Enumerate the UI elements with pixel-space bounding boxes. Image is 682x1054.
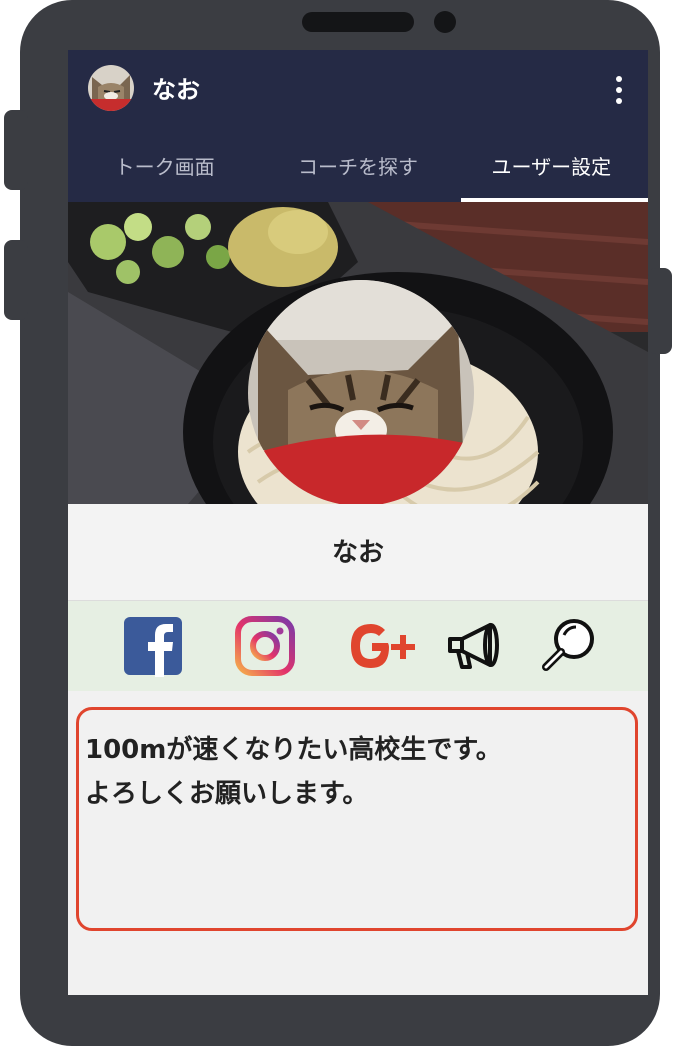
kebab-menu-icon[interactable] [616, 76, 624, 106]
google-plus-icon[interactable] [348, 615, 420, 677]
bio-line-1: 100mが速くなりたい高校生です。 [85, 735, 502, 765]
volume-down-button [4, 240, 28, 320]
phone-speaker [302, 12, 414, 32]
magnifier-icon[interactable] [538, 615, 600, 677]
cover-photo [68, 202, 648, 504]
tab-bar: トーク画面 コーチを探す ユーザー設定 [68, 142, 648, 202]
profile-name-section: なお [68, 504, 648, 601]
bio-textbox[interactable]: 100mが速くなりたい高校生です。 よろしくお願いします。 [76, 707, 638, 931]
profile-name: なお [331, 538, 384, 568]
header-username: なお [152, 76, 200, 104]
profile-photo[interactable] [248, 280, 474, 504]
tab-user-settings[interactable]: ユーザー設定 [455, 142, 648, 202]
instagram-icon[interactable] [234, 615, 296, 677]
megaphone-icon[interactable] [444, 615, 506, 677]
social-links-bar [68, 601, 648, 691]
tab-talk[interactable]: トーク画面 [68, 142, 261, 202]
phone-frame: なお トーク画面 コーチを探す ユーザー設定 なお 100mが速くなりたい高校生… [20, 0, 660, 1046]
avatar[interactable] [88, 65, 134, 111]
facebook-icon[interactable] [122, 615, 184, 677]
bio-section: 100mが速くなりたい高校生です。 よろしくお願いします。 [68, 691, 648, 995]
bio-line-2: よろしくお願いします。 [85, 779, 369, 809]
tab-find-coach[interactable]: コーチを探す [261, 142, 454, 202]
app-bar: なお トーク画面 コーチを探す ユーザー設定 [68, 50, 648, 202]
volume-up-button [4, 110, 28, 190]
power-button [648, 268, 672, 354]
phone-screen: なお トーク画面 コーチを探す ユーザー設定 なお 100mが速くなりたい高校生… [68, 50, 648, 995]
phone-camera [434, 11, 456, 33]
